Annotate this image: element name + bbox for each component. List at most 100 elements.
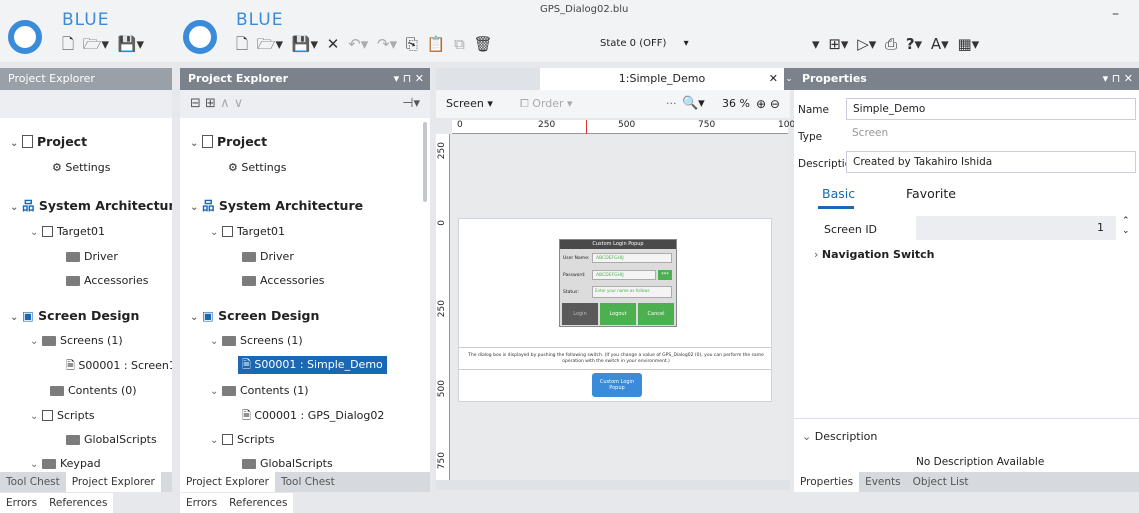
order-dropdown[interactable]: ⧠ Order ▾	[520, 90, 573, 118]
tree-screens[interactable]: ⌄ Screens (1)	[210, 333, 303, 350]
pin-icon[interactable]: ⊣▾	[402, 90, 420, 118]
tree-contents[interactable]: ⌄ Contents (1)	[210, 383, 309, 400]
panel-pin-icon[interactable]: ▾ ⊓ ✕	[394, 68, 424, 90]
panel-pin-icon[interactable]: ▾ ⊓ ✕	[1103, 68, 1133, 90]
design-screen[interactable]: Custom Login Popup User Name: ABCDEFGHIJ…	[458, 218, 772, 402]
new-file-icon[interactable]: 🗋	[236, 35, 248, 53]
minimize-button[interactable]: –	[1112, 6, 1119, 22]
undo-icon[interactable]: ↶▾	[348, 35, 368, 53]
save-icon[interactable]: 💾▾	[118, 35, 144, 53]
tree-screens[interactable]: ⌄ Screens (1)	[30, 333, 123, 350]
close-icon[interactable]: ✕	[327, 35, 340, 53]
tree-settings[interactable]: ⚙ Settings	[52, 160, 110, 176]
duplicate-icon[interactable]: ⧉	[454, 35, 465, 53]
tree-accessories[interactable]: Accessories	[242, 273, 324, 289]
redo-icon[interactable]: ↷▾	[377, 35, 397, 53]
zoom-out-icon[interactable]: 🔍▾	[682, 90, 705, 118]
tab-properties[interactable]: Properties	[794, 472, 860, 492]
tree-screen-item[interactable]: 🗎 S00001 : Screen1	[66, 358, 172, 374]
paste-icon[interactable]: 📋	[427, 35, 446, 53]
tree-global-scripts[interactable]: GlobalScripts	[242, 456, 333, 472]
tree-system-architecture[interactable]: ⌄ 品 System Architecture	[190, 198, 363, 216]
tab-errors[interactable]: Errors	[0, 493, 44, 513]
tree-system-architecture[interactable]: ⌄ 品 System Architecture	[10, 198, 172, 216]
tab-errors[interactable]: Errors	[180, 493, 224, 513]
state-dropdown[interactable]: State 0 (OFF) ▾	[600, 36, 689, 52]
tree-scripts[interactable]: ⌄ Scripts	[210, 432, 275, 449]
tab-references[interactable]: References	[223, 493, 294, 513]
tree-driver[interactable]: Driver	[242, 249, 294, 265]
tab-tool-chest[interactable]: Tool Chest	[0, 472, 66, 492]
editor-hscroll[interactable]	[436, 480, 790, 490]
dialog-cancel-button[interactable]: Cancel	[638, 303, 674, 325]
expand-icon[interactable]: ⊞	[205, 96, 220, 111]
ruler-tick: 500	[618, 120, 636, 130]
tree-content-item[interactable]: 🗎 C00001 : GPS_Dialog02	[242, 408, 384, 424]
run-icon[interactable]: ▷▾	[857, 35, 876, 53]
delete-icon[interactable]: 🗑	[474, 35, 493, 53]
ruler-cursor	[586, 120, 587, 134]
editor-tab[interactable]: 1:Simple_Demo ✕	[540, 68, 784, 90]
editor-tab-menu-icon[interactable]: ⌄	[784, 68, 794, 90]
prop-screen-id-input[interactable]: 1	[916, 216, 1116, 240]
stepper-icon[interactable]: ⌃ ⌄	[1122, 216, 1130, 236]
dialog-user-label: User Name:	[563, 256, 590, 261]
tree-target[interactable]: ⌄ Target01	[30, 224, 105, 241]
dropdown-icon[interactable]: ▾	[812, 35, 820, 53]
help-icon[interactable]: ?▾	[906, 35, 922, 53]
description-section[interactable]: ⌄ Description	[802, 430, 877, 443]
dialog-logout-button[interactable]: Logout	[600, 303, 636, 325]
tree-driver[interactable]: Driver	[66, 249, 118, 265]
open-file-icon[interactable]: 🗁▾	[83, 35, 109, 53]
nav-switch-section[interactable]: › Navigation Switch	[814, 248, 934, 261]
open-file-icon[interactable]: 🗁▾	[257, 35, 283, 53]
ruler-tick: 750	[698, 120, 716, 130]
layout-icon[interactable]: ⊞▾	[828, 35, 848, 53]
tab-references[interactable]: References	[43, 493, 114, 513]
build-icon[interactable]: ⎙	[885, 35, 897, 53]
tab-favorite[interactable]: Favorite	[906, 186, 956, 201]
more-icon[interactable]: ···	[666, 90, 677, 118]
grid-icon[interactable]: ▦▾	[957, 35, 979, 53]
ruler-tick: 250	[538, 120, 556, 130]
prop-desc-input[interactable]: Created by Takahiro Ishida	[846, 151, 1136, 173]
tree-project[interactable]: ⌄ Project	[190, 134, 267, 152]
tree-screen-design[interactable]: ⌄ ▣ Screen Design	[10, 308, 139, 326]
collapse-icon[interactable]: ⊟	[190, 96, 205, 111]
prop-name-input[interactable]: Simple_Demo	[846, 98, 1136, 120]
dialog-login-button[interactable]: Login	[562, 303, 598, 325]
close-tab-icon[interactable]: ✕	[769, 68, 778, 90]
tree-scripts[interactable]: ⌄ Scripts	[30, 408, 95, 425]
mid-scrollbar[interactable]	[423, 122, 427, 202]
new-file-icon[interactable]: 🗋	[62, 35, 74, 53]
copy-icon[interactable]: ⎘	[406, 35, 418, 53]
tree-settings[interactable]: ⚙ Settings	[228, 160, 286, 176]
dialog-pass-button[interactable]: ***	[658, 270, 672, 280]
tree-global-scripts[interactable]: GlobalScripts	[66, 432, 157, 448]
tab-project-explorer[interactable]: Project Explorer	[180, 472, 275, 492]
tree-target[interactable]: ⌄ Target01	[210, 224, 285, 241]
tab-tool-chest[interactable]: Tool Chest	[275, 472, 341, 492]
zoom-level: 36 %	[722, 97, 750, 110]
tree-keypad[interactable]: ⌄ Keypad	[30, 456, 101, 472]
tree-screen-item-selected[interactable]: 🗎 S00001 : Simple_Demo	[238, 356, 387, 374]
down-icon[interactable]: ∨	[234, 96, 244, 111]
dialog-pass-field[interactable]: ABCDEFGHIJ	[592, 270, 656, 280]
dialog-user-field[interactable]: ABCDEFGHIJ	[592, 253, 672, 263]
screen-dropdown[interactable]: Screen ▾	[446, 90, 493, 118]
tree-screen-design[interactable]: ⌄ ▣ Screen Design	[190, 308, 319, 326]
save-icon[interactable]: 💾▾	[292, 35, 318, 53]
tab-basic[interactable]: Basic	[822, 186, 855, 201]
tab-object-list[interactable]: Object List	[907, 472, 975, 492]
tree-project[interactable]: ⌄ Project	[10, 134, 87, 152]
login-dialog[interactable]: Custom Login Popup User Name: ABCDEFGHIJ…	[559, 239, 677, 327]
up-icon[interactable]: ∧	[220, 96, 234, 111]
zoom-in-icon[interactable]: ⊕ ⊖	[756, 90, 780, 118]
tree-accessories[interactable]: Accessories	[66, 273, 148, 289]
tab-events[interactable]: Events	[859, 472, 907, 492]
custom-login-popup-button[interactable]: Custom Login Popup	[592, 373, 642, 397]
left-tree: ⌄ Project ⚙ Settings ⌄ 品 System Architectu…	[0, 118, 172, 472]
tree-contents[interactable]: Contents (0)	[50, 383, 137, 399]
tab-project-explorer[interactable]: Project Explorer	[65, 472, 161, 492]
font-icon[interactable]: A▾	[931, 35, 949, 53]
